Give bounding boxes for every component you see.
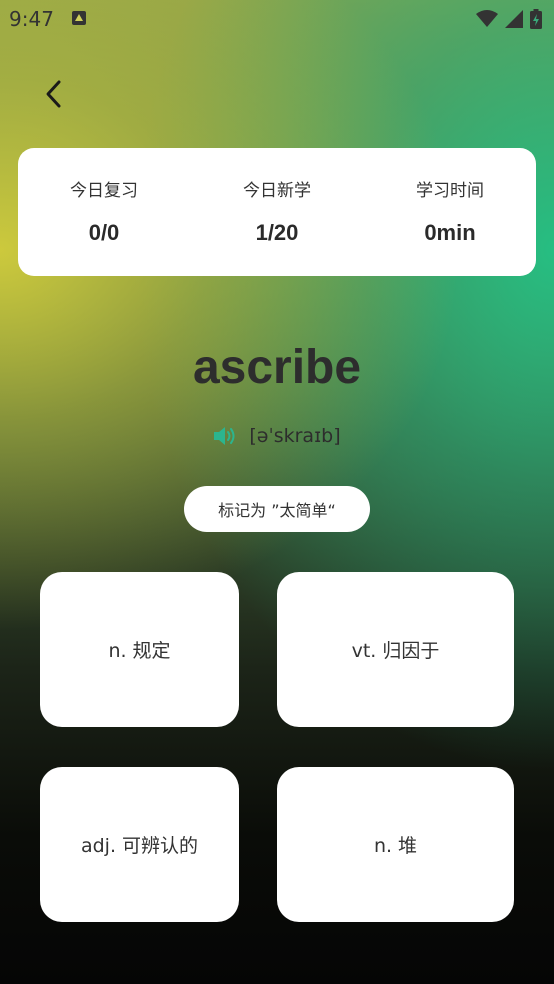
back-arrow-icon [46, 80, 61, 108]
speaker-button[interactable] [213, 424, 239, 448]
stat-label: 今日新学 [243, 181, 311, 201]
stat-label: 学习时间 [416, 181, 484, 201]
status-bar: 9:47 [0, 0, 554, 38]
phonetic-text: [əˈskraɪb] [249, 425, 341, 447]
phonetic-row: [əˈskraɪb] [0, 422, 554, 450]
stat-value: 1/20 [255, 220, 299, 245]
status-icons [476, 9, 542, 29]
option-card-1[interactable]: n. 规定 [40, 572, 239, 727]
stat-value: 0min [424, 220, 476, 245]
stats-card: 今日复习 0/0 今日新学 1/20 学习时间 0min [18, 148, 536, 276]
stat-value: 0/0 [88, 220, 120, 245]
speaker-icon [214, 427, 235, 445]
stat-review-today: 今日复习 0/0 [18, 148, 190, 276]
option-card-4[interactable]: n. 堆 [277, 767, 514, 922]
option-card-3[interactable]: adj. 可辨认的 [40, 767, 239, 922]
option-card-2[interactable]: vt. 归因于 [277, 572, 514, 727]
mark-too-easy-button[interactable]: 标记为 ”太简单“ [184, 486, 370, 532]
status-time: 9:47 [9, 7, 54, 31]
wifi-icon [476, 10, 498, 27]
back-button[interactable] [30, 70, 78, 118]
a-notification-icon [72, 11, 86, 25]
stat-label: 今日复习 [70, 181, 138, 201]
signal-icon [505, 10, 523, 28]
word-title: ascribe [192, 341, 362, 394]
stat-study-time: 学习时间 0min [364, 148, 536, 276]
battery-icon [530, 9, 542, 29]
stat-new-today: 今日新学 1/20 [191, 148, 363, 276]
